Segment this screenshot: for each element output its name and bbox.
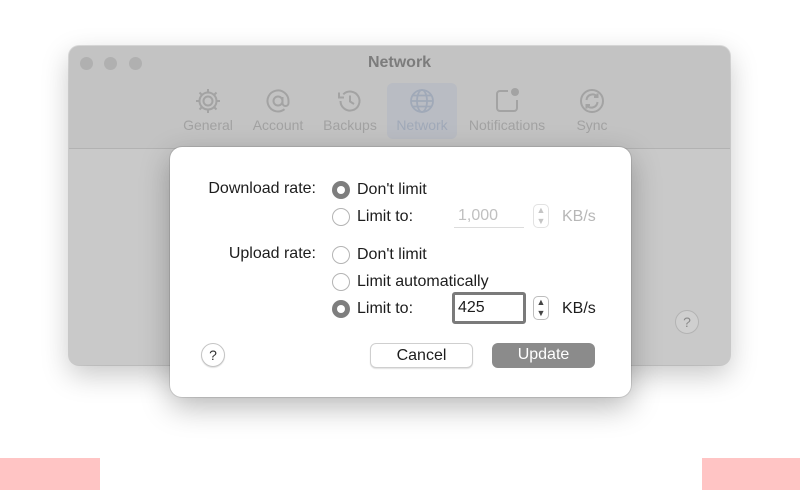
tab-notifications-label: Notifications bbox=[468, 117, 546, 133]
globe-icon bbox=[387, 86, 457, 116]
stepper-down-icon: ▼ bbox=[536, 216, 546, 226]
download-limit-stepper[interactable]: ▲ ▼ bbox=[533, 204, 549, 228]
download-limit-to-radio[interactable] bbox=[332, 208, 350, 226]
tab-account-label: Account bbox=[252, 117, 304, 133]
upload-rate-label: Upload rate: bbox=[228, 245, 316, 262]
upload-unit-label: KB/s bbox=[562, 300, 596, 317]
window-title: Network bbox=[367, 54, 432, 71]
tab-general-label: General bbox=[183, 117, 233, 133]
tab-network[interactable]: Network bbox=[387, 83, 457, 139]
download-limit-to-label: Limit to: bbox=[357, 208, 414, 225]
upload-limit-stepper[interactable]: ▲ ▼ bbox=[533, 296, 549, 320]
upload-dont-limit-radio[interactable] bbox=[332, 246, 350, 264]
stepper-up-icon: ▲ bbox=[536, 205, 546, 215]
download-rate-label: Download rate: bbox=[208, 180, 316, 197]
bandwidth-sheet: Download rate: Don't limit Limit to: ▲▼ … bbox=[170, 147, 631, 397]
help-button[interactable]: ? bbox=[201, 343, 225, 367]
tab-general[interactable]: General bbox=[174, 83, 242, 139]
stepper-up-icon[interactable]: ▲ bbox=[534, 297, 548, 308]
update-button[interactable]: Update bbox=[492, 343, 595, 368]
window-help-button[interactable]: ? bbox=[675, 310, 699, 334]
tab-backups-label: Backups bbox=[323, 117, 377, 133]
stepper-down-icon[interactable]: ▼ bbox=[534, 308, 548, 319]
sync-icon bbox=[565, 86, 619, 116]
upload-limit-to-label: Limit to: bbox=[357, 300, 414, 317]
download-dont-limit-radio[interactable] bbox=[332, 181, 350, 199]
download-unit-label: KB/s bbox=[562, 208, 596, 225]
tab-backups[interactable]: Backups bbox=[318, 83, 382, 139]
upload-limit-to-radio[interactable] bbox=[332, 300, 350, 318]
notification-badge-icon bbox=[462, 86, 552, 116]
upload-limit-automatically-label: Limit automatically bbox=[357, 273, 489, 290]
upload-limit-automatically-radio[interactable] bbox=[332, 273, 350, 291]
highlight-region-right bbox=[702, 458, 800, 490]
download-dont-limit-label: Don't limit bbox=[357, 181, 427, 198]
at-sign-icon bbox=[245, 86, 311, 116]
highlight-region-left bbox=[0, 458, 100, 490]
cancel-button[interactable]: Cancel bbox=[370, 343, 473, 368]
tab-network-label: Network bbox=[396, 117, 448, 133]
upload-limit-field[interactable] bbox=[452, 292, 526, 324]
tab-account[interactable]: Account bbox=[245, 83, 311, 139]
tab-notifications[interactable]: Notifications bbox=[462, 83, 552, 139]
upload-dont-limit-label: Don't limit bbox=[357, 246, 427, 263]
history-icon bbox=[318, 86, 382, 116]
tab-sync-label: Sync bbox=[576, 117, 608, 133]
tab-sync[interactable]: Sync bbox=[565, 83, 619, 139]
gear-icon bbox=[174, 86, 242, 116]
download-limit-field[interactable] bbox=[454, 204, 524, 228]
window-toolbar: Network General Account Backups Network bbox=[69, 46, 730, 149]
